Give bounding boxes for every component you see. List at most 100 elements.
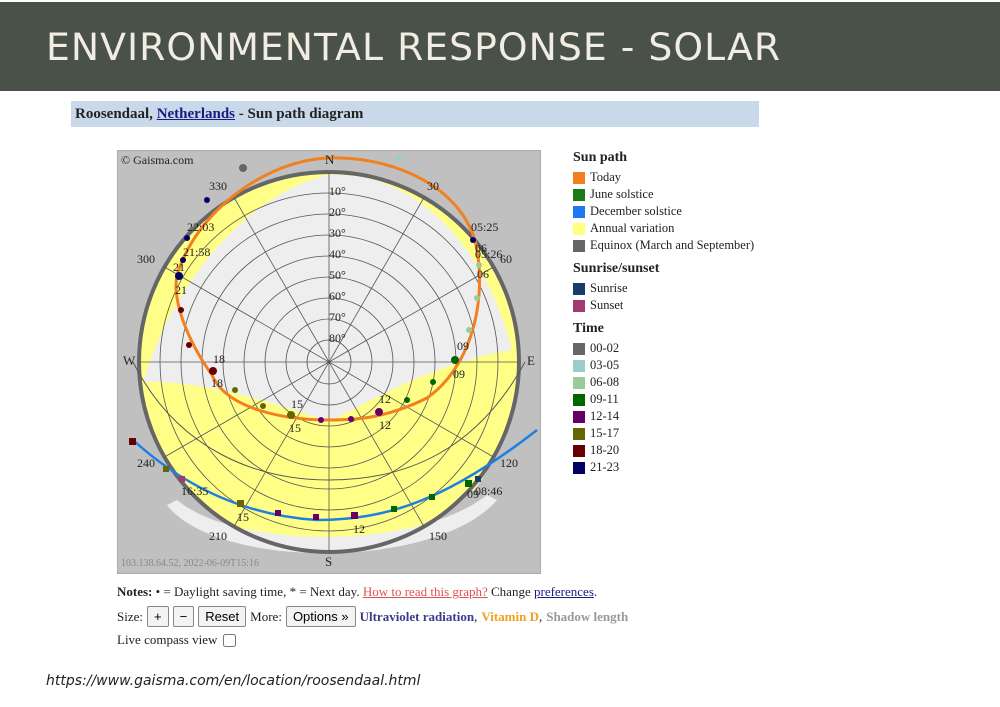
time-label: 12	[379, 392, 391, 406]
compass-view-label: Live compass view	[117, 632, 218, 647]
legend-label: Sunset	[590, 298, 624, 312]
legend-item: June solstice	[573, 186, 754, 203]
time-label: 06	[477, 267, 489, 281]
notes-period: .	[593, 584, 598, 599]
time-label: 05:26	[475, 247, 502, 261]
size-label: Size:	[117, 608, 143, 624]
legend-item: Equinox (March and September)	[573, 237, 754, 254]
legend-swatch	[573, 342, 585, 355]
compass-south: S	[325, 554, 332, 569]
legend-label: 03-05	[590, 358, 620, 372]
source-url: https://www.gaisma.com/en/location/roose…	[46, 673, 421, 689]
time-label: 18	[211, 376, 223, 390]
legend-title: Sun path	[573, 150, 628, 165]
legend-item: Today	[573, 169, 754, 186]
comma: ,	[474, 608, 478, 624]
time-label: 16:35	[181, 484, 208, 498]
compass-view-checkbox[interactable]	[223, 633, 237, 647]
legend-swatch	[573, 222, 585, 235]
legend-sun-path: Sun path Today June solstice December so…	[573, 150, 754, 254]
time-label: 21:58	[183, 245, 210, 259]
azimuth-label: 120	[500, 456, 518, 470]
zoom-out-button[interactable]: −	[172, 606, 195, 627]
azimuth-label: 330	[209, 179, 227, 193]
legend-label: Annual variation	[590, 221, 675, 235]
legend-item: 12-14	[573, 408, 754, 425]
compass-north: N	[325, 152, 335, 167]
legend-item: 03-05	[573, 357, 754, 374]
legend-swatch	[573, 393, 585, 406]
time-label: 09	[467, 487, 479, 501]
azimuth-label: 30	[427, 179, 439, 193]
legend-swatch	[573, 299, 585, 312]
legend-label: December solstice	[590, 204, 682, 218]
legend-item: December solstice	[573, 203, 754, 220]
zoom-in-button[interactable]: +	[147, 606, 169, 627]
more-label: More:	[250, 608, 282, 624]
legend-title: Sunrise/sunset	[573, 261, 660, 276]
sun-path-diagram: N E S W 10° 20° 30° 40° 50° 60° 70° 80° …	[117, 150, 541, 574]
legend-sunrise-sunset: Sunrise/sunset Sunrise Sunset	[573, 261, 754, 314]
legend-title: Time	[573, 321, 604, 336]
legend-label: June solstice	[590, 187, 654, 201]
legend-label: 00-02	[590, 341, 620, 355]
preferences-link[interactable]: preferences	[534, 584, 594, 599]
time-label: 22:03	[187, 220, 214, 234]
legend-swatch	[573, 461, 585, 474]
notes-text: • = Daylight saving time, * = Next day.	[155, 584, 360, 599]
time-label: 21	[173, 260, 185, 274]
copyright-text: © Gaisma.com	[121, 153, 194, 167]
how-to-read-link[interactable]: How to read this graph?	[363, 584, 488, 599]
legend-item: 00-02	[573, 340, 754, 357]
options-button[interactable]: Options »	[285, 606, 356, 627]
legend-swatch	[573, 205, 585, 218]
legend-label: 06-08	[590, 375, 620, 389]
legend-swatch	[573, 359, 585, 372]
alt-label: 10°	[329, 184, 346, 198]
compass-view-row: Live compass view	[117, 632, 237, 648]
legend-item: 15-17	[573, 425, 754, 442]
alt-label: 70°	[329, 310, 346, 324]
time-label: 21	[175, 283, 187, 297]
uv-link[interactable]: Ultraviolet radiation	[360, 609, 474, 625]
legend-label: 09-11	[590, 392, 619, 406]
legend-swatch	[573, 444, 585, 457]
time-label: 15	[237, 510, 249, 524]
diagram-footer: 103.138.64.52, 2022-06-09T15:16	[121, 558, 259, 569]
legend-item: 06-08	[573, 374, 754, 391]
reset-button[interactable]: Reset	[198, 606, 247, 627]
comma: ,	[538, 608, 543, 624]
alt-label: 20°	[329, 205, 346, 219]
compass-west: W	[123, 353, 136, 368]
azimuth-label: 300	[137, 252, 155, 266]
legend-item: 09-11	[573, 391, 754, 408]
time-label: 09	[457, 339, 469, 353]
legend-item: Sunset	[573, 297, 754, 314]
legend-swatch	[573, 376, 585, 389]
title-banner: ENVIRONMENTAL RESPONSE - SOLAR	[0, 2, 1000, 91]
time-label: 12	[379, 418, 391, 432]
legend-item: Annual variation	[573, 220, 754, 237]
legend-label: 15-17	[590, 426, 620, 440]
azimuth-label: 240	[137, 456, 155, 470]
notes-line: Notes: • = Daylight saving time, * = Nex…	[117, 584, 597, 600]
legend-item: 18-20	[573, 442, 754, 459]
legend-label: 21-23	[590, 460, 620, 474]
alt-label: 50°	[329, 268, 346, 282]
legend-label: Equinox (March and September)	[590, 238, 755, 252]
azimuth-label: 210	[209, 529, 227, 543]
shadow-length-link[interactable]: Shadow length	[546, 609, 628, 625]
vitamin-d-link[interactable]: Vitamin D	[481, 609, 539, 625]
legend-swatch	[573, 427, 585, 440]
time-label: 08:46	[475, 484, 502, 498]
legend-item: 21-23	[573, 459, 754, 476]
legend: Sun path Today June solstice December so…	[573, 150, 754, 483]
change-text: Change	[491, 584, 531, 599]
time-label: 05:25	[471, 220, 498, 234]
alt-label: 60°	[329, 289, 346, 303]
compass-east: E	[527, 353, 535, 368]
size-controls: Size: + − Reset More: Options » Ultravio…	[117, 606, 628, 627]
location-header: Roosendaal, Netherlands - Sun path diagr…	[71, 101, 759, 127]
notes-prefix: Notes:	[117, 584, 153, 599]
country-link[interactable]: Netherlands	[157, 106, 235, 122]
